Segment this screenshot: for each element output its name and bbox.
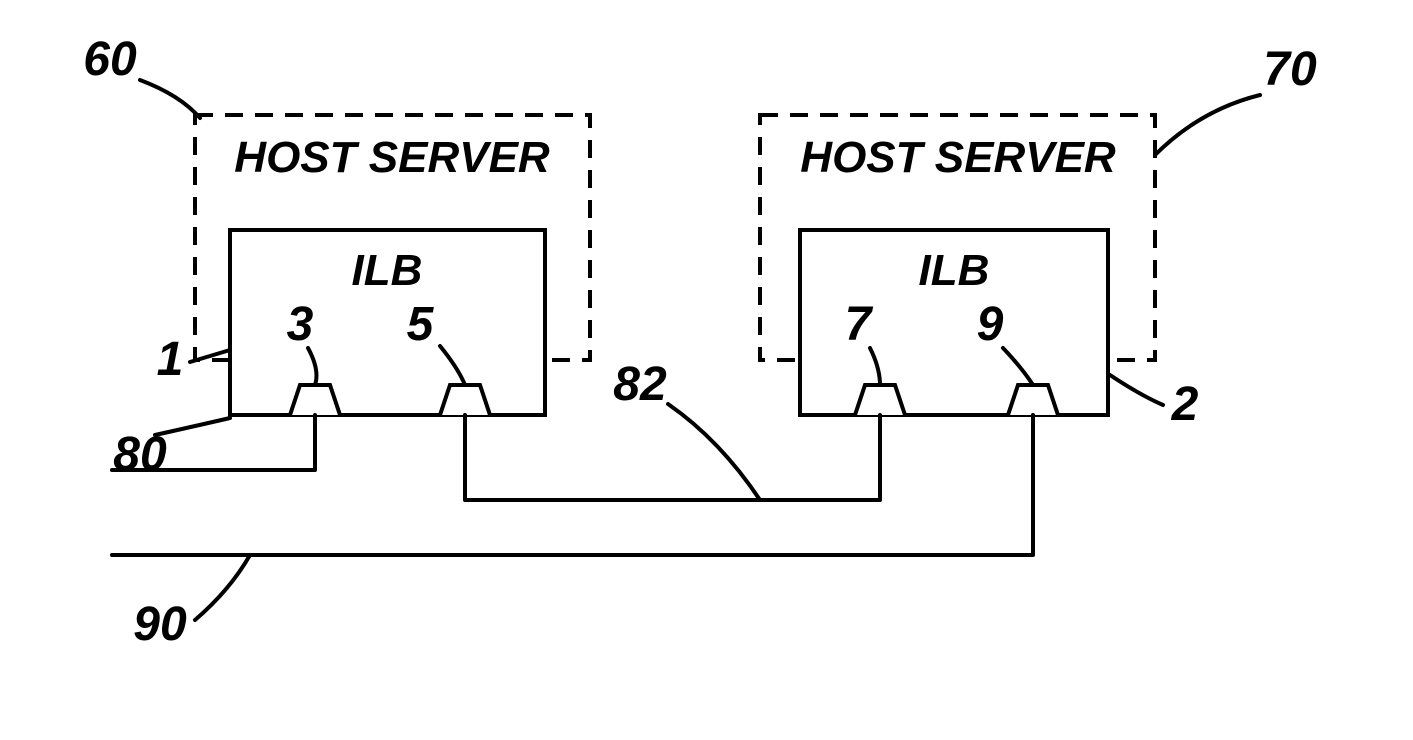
host-server-right-title: HOST SERVER (800, 133, 1116, 182)
ilb-right-label: ILB (919, 246, 990, 295)
port-3-shape (290, 385, 340, 415)
leader-90 (195, 555, 250, 620)
ilb-left-label: ILB (352, 246, 423, 295)
label-3: 3 (287, 298, 314, 351)
leader-70 (1155, 95, 1260, 155)
label-1: 1 (157, 333, 184, 386)
label-9: 9 (977, 298, 1004, 351)
label-7: 7 (845, 298, 874, 351)
label-5: 5 (407, 298, 435, 351)
host-server-left-title: HOST SERVER (234, 133, 550, 182)
port-7-shape (855, 385, 905, 415)
wire-82 (465, 415, 880, 500)
leader-60 (140, 80, 200, 118)
label-82: 82 (613, 358, 667, 411)
diagram-canvas: HOST SERVER HOST SERVER ILB ILB 60 70 1 … (0, 0, 1413, 740)
label-2: 2 (1171, 378, 1199, 431)
label-60: 60 (83, 33, 137, 86)
port-9-shape (1008, 385, 1058, 415)
leader-2 (1110, 375, 1163, 405)
label-70: 70 (1263, 43, 1317, 96)
wire-90 (112, 415, 1033, 555)
label-90: 90 (133, 598, 187, 651)
leader-82 (668, 404, 760, 500)
leader-80 (155, 418, 230, 435)
port-5-shape (440, 385, 490, 415)
